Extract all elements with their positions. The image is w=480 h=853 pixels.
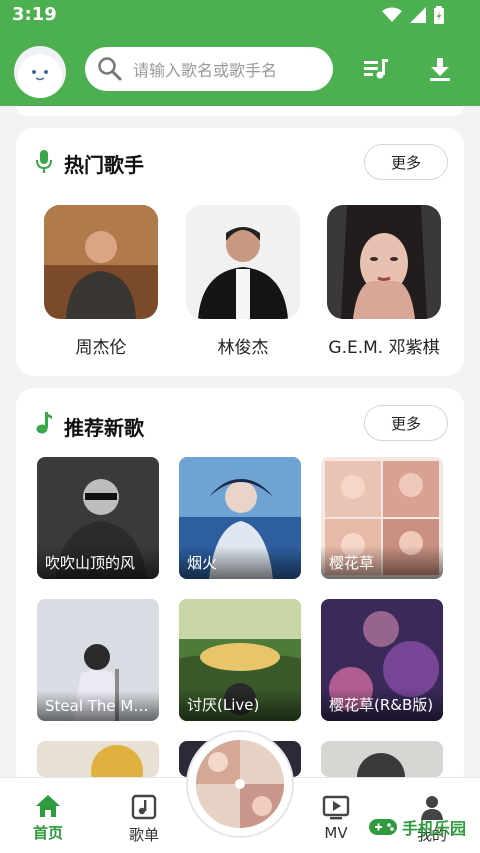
new-songs-more-button[interactable]: 更多 <box>364 405 448 441</box>
artist-photo <box>44 205 158 319</box>
wifi-icon <box>382 7 402 22</box>
now-playing-cover <box>196 740 284 828</box>
nav-home-label: 首页 <box>32 824 63 842</box>
status-bar: 3:19 <box>0 0 480 32</box>
now-playing-disc[interactable] <box>188 732 292 836</box>
home-icon <box>36 795 60 817</box>
user-avatar[interactable] <box>14 46 66 98</box>
artist-photo <box>186 205 300 319</box>
artist-item[interactable]: 林俊杰 <box>186 205 300 358</box>
nav-playlist-label: 歌单 <box>128 826 159 844</box>
nav-mv[interactable]: MV <box>296 794 376 842</box>
song-item[interactable]: 樱花草 <box>321 457 443 579</box>
new-songs-card: 推荐新歌 更多 吹吹山顶的风 烟火 樱花草 Steal The Mo... 讨厌… <box>16 388 464 788</box>
microphone-icon <box>36 150 52 173</box>
artist-name: 林俊杰 <box>217 338 269 358</box>
hot-artists-more-button[interactable]: 更多 <box>364 144 448 180</box>
song-item[interactable] <box>321 741 443 777</box>
gamepad-logo-icon <box>369 819 397 835</box>
song-item[interactable]: 樱花草(R&B版) <box>321 599 443 721</box>
song-title: Steal The Mo... <box>37 691 159 721</box>
artist-name: 周杰伦 <box>75 338 127 358</box>
status-time: 3:19 <box>12 4 57 25</box>
ghost-mascot-icon <box>18 54 62 98</box>
app-header: 3:19 请输入歌名或歌手名 <box>0 0 480 106</box>
song-title: 吹吹山顶的风 <box>37 546 159 579</box>
artist-item[interactable]: G.E.M. 邓紫棋 <box>327 205 441 358</box>
previous-card-edge <box>16 106 464 116</box>
new-songs-title: 推荐新歌 <box>64 416 144 440</box>
album-cover <box>321 741 443 777</box>
song-item[interactable]: 吹吹山顶的风 <box>37 457 159 579</box>
artist-item[interactable]: 周杰伦 <box>44 205 158 358</box>
song-title: 樱花草(R&B版) <box>321 688 443 721</box>
download-button[interactable] <box>426 55 454 83</box>
nav-playlist[interactable]: 歌单 <box>104 794 184 845</box>
hot-artists-title: 热门歌手 <box>64 153 144 177</box>
song-item[interactable]: 讨厌(Live) <box>179 599 301 721</box>
nav-home[interactable]: 首页 <box>8 794 88 843</box>
play-queue-button[interactable] <box>362 55 390 83</box>
song-item[interactable] <box>37 741 159 777</box>
search-bar[interactable]: 请输入歌名或歌手名 <box>85 47 333 91</box>
song-title: 讨厌(Live) <box>179 688 301 721</box>
song-title: 烟火 <box>179 546 301 579</box>
battery-icon <box>434 6 444 24</box>
album-cover <box>37 741 159 777</box>
song-item[interactable]: 烟火 <box>179 457 301 579</box>
song-title: 樱花草 <box>321 546 443 579</box>
cellular-icon <box>410 7 426 23</box>
watermark-text: 手机乐园 <box>402 819 467 838</box>
album-icon <box>131 794 157 820</box>
status-icons <box>382 6 444 24</box>
search-icon <box>98 57 122 81</box>
search-placeholder: 请输入歌名或歌手名 <box>133 61 278 80</box>
hot-artists-card: 热门歌手 更多 周杰伦 林俊杰 G.E.M. 邓紫棋 <box>16 128 464 376</box>
artist-name: G.E.M. 邓紫棋 <box>328 338 440 358</box>
video-icon <box>322 795 350 820</box>
playlist-music-icon <box>364 59 388 79</box>
song-item[interactable]: Steal The Mo... <box>37 599 159 721</box>
watermark-logo: 手机乐园 <box>368 812 466 842</box>
nav-mv-label: MV <box>324 824 348 842</box>
download-icon <box>430 58 450 81</box>
artist-photo <box>327 205 441 319</box>
music-note-icon <box>36 412 52 434</box>
